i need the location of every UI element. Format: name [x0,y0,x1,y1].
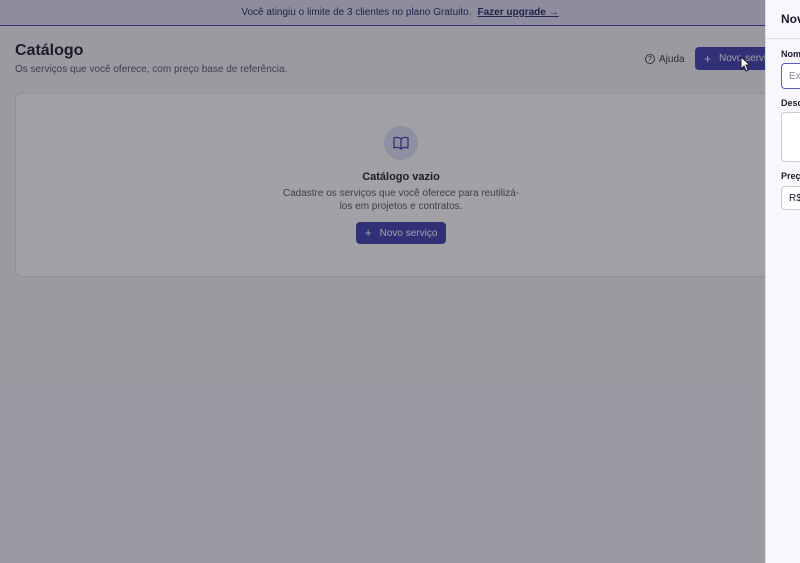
new-service-drawer: Novo serviço Nome Ex Descrição Preço R$ [765,0,800,563]
modal-backdrop[interactable] [0,0,800,563]
name-input[interactable]: Ex [781,63,800,89]
drawer-header: Novo serviço [766,0,800,39]
price-input[interactable]: R$ [781,186,800,210]
description-textarea[interactable] [781,112,800,162]
description-field-label: Descrição [781,98,800,108]
name-field-label: Nome [781,49,800,59]
name-input-placeholder: Ex [789,70,800,82]
mouse-pointer-icon [740,56,752,72]
drawer-title: Novo serviço [781,12,800,26]
price-field-label: Preço [781,171,800,181]
price-prefix: R$ [789,192,800,204]
